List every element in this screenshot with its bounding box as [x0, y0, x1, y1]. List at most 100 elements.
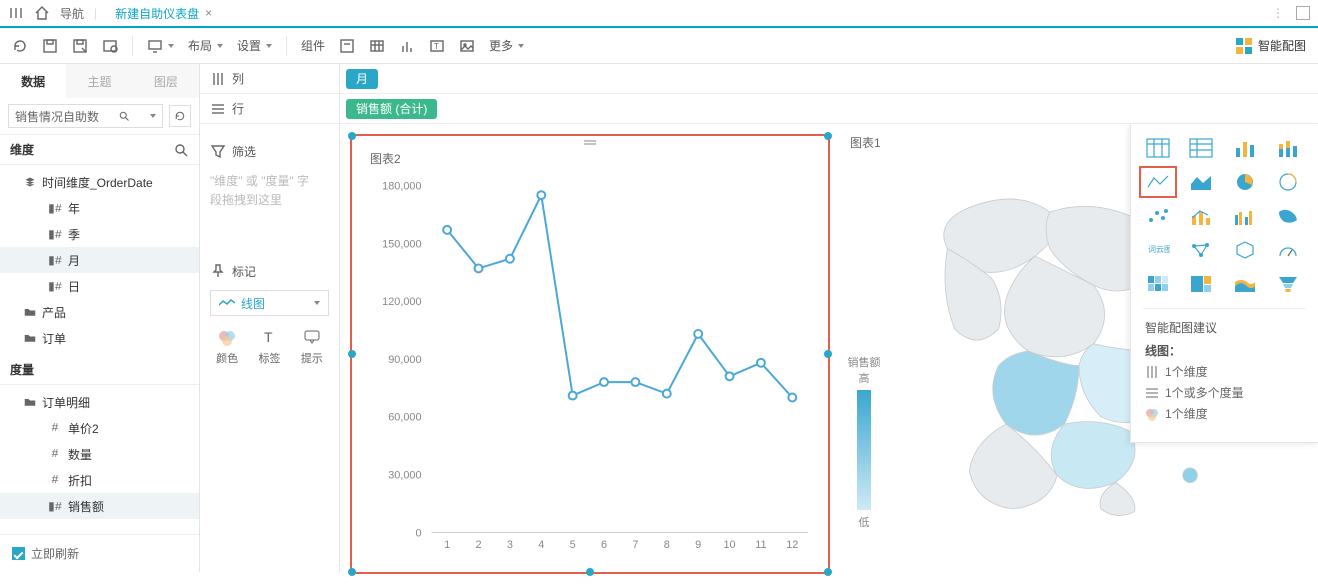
chart-type-select[interactable]: 线图 [210, 290, 329, 316]
svg-text:9: 9 [695, 539, 701, 551]
tab-new-dashboard[interactable]: 新建自助仪表盘 × [107, 5, 220, 22]
line-chart-icon [219, 299, 235, 307]
preview-icon[interactable] [102, 38, 118, 54]
tab-theme[interactable]: 主题 [66, 64, 132, 98]
svg-text:90,000: 90,000 [388, 354, 421, 366]
measure-price2[interactable]: #单价2 [0, 415, 199, 441]
viz-table[interactable] [1143, 136, 1173, 160]
pill-month[interactable]: 月 [346, 69, 378, 89]
nav-label[interactable]: 导航 [60, 5, 84, 22]
viz-network[interactable] [1186, 238, 1216, 262]
viz-bar[interactable] [1230, 136, 1260, 160]
text-icon[interactable]: T [429, 38, 445, 54]
viz-area[interactable] [1186, 170, 1216, 194]
filter-drop-hint[interactable]: "维度" 或 "度量" 字 段拖拽到这里 [200, 166, 339, 216]
refresh-datasource-icon[interactable] [169, 105, 191, 127]
viz-pie[interactable] [1230, 170, 1260, 194]
table-icon[interactable] [369, 38, 385, 54]
kpi-icon[interactable] [339, 38, 355, 54]
viz-donut[interactable] [1273, 170, 1303, 194]
color-icon [218, 328, 236, 346]
svg-text:150,000: 150,000 [382, 238, 421, 250]
viz-gauge[interactable] [1273, 238, 1303, 262]
field-icon: ▮# [48, 227, 62, 242]
viz-combo[interactable] [1186, 204, 1216, 228]
viz-crosstab[interactable] [1186, 136, 1216, 160]
bar-chart-icon[interactable] [399, 38, 415, 54]
dim-product[interactable]: 产品 [0, 299, 199, 325]
dim-order[interactable]: 订单 [0, 325, 199, 351]
datasource-select[interactable]: 销售情况自助数 [8, 104, 163, 128]
search-icon[interactable] [173, 142, 189, 158]
svg-text:2: 2 [475, 539, 481, 551]
dim-year[interactable]: ▮#年 [0, 195, 199, 221]
config-cols[interactable]: 列 [200, 64, 339, 94]
layout-button[interactable]: 布局 [188, 37, 223, 54]
tab-data[interactable]: 数据 [0, 64, 66, 98]
svg-text:1: 1 [444, 539, 450, 551]
settings-button[interactable]: 设置 [237, 37, 272, 54]
viz-map[interactable] [1273, 204, 1303, 228]
measure-qty[interactable]: #数量 [0, 441, 199, 467]
image-icon[interactable] [459, 38, 475, 54]
viz-wordcloud[interactable]: 词云图 [1143, 238, 1173, 262]
config-mark: 标记 [200, 256, 339, 286]
toolbar: 布局 设置 组件 T 更多 智能配图 [0, 28, 1318, 64]
dim-day[interactable]: ▮#日 [0, 273, 199, 299]
checkbox-icon[interactable] [12, 547, 25, 560]
save-as-icon[interactable] [72, 38, 88, 54]
svg-text:30,000: 30,000 [388, 470, 421, 482]
smart-chart-button[interactable]: 智能配图 [1236, 37, 1306, 54]
shelf-area: 月 销售额 (合计) 图表2 030,00060,00090,000120, [340, 64, 1318, 572]
svg-text:12: 12 [786, 539, 798, 551]
kebab-icon[interactable]: ⋮ [1272, 6, 1286, 20]
svg-text:3: 3 [507, 539, 513, 551]
refresh-icon[interactable] [12, 38, 28, 54]
map-legend: 销售额 高 低 [844, 354, 884, 530]
viz-stream[interactable] [1230, 272, 1260, 296]
viz-funnel[interactable] [1273, 272, 1303, 296]
measure-sales[interactable]: ▮#销售额 [0, 493, 199, 519]
shelf-rows[interactable]: 销售额 (合计) [340, 94, 1318, 124]
menu-grip-icon[interactable] [8, 5, 24, 21]
viz-hex[interactable] [1230, 238, 1260, 262]
viz-heatmap[interactable] [1143, 272, 1173, 296]
more-button[interactable]: 更多 [489, 37, 524, 54]
home-icon[interactable] [34, 5, 50, 21]
dim-month[interactable]: ▮#月 [0, 247, 199, 273]
pill-sales-sum[interactable]: 销售额 (合计) [346, 99, 437, 119]
pin-icon [210, 263, 226, 279]
shelf-columns[interactable]: 月 [340, 64, 1318, 94]
save-icon[interactable] [42, 38, 58, 54]
viz-line[interactable] [1143, 170, 1173, 194]
viz-grouped-bar[interactable] [1230, 204, 1260, 228]
dim-time-group[interactable]: 时间维度_OrderDate [0, 169, 199, 195]
mark-label[interactable]: T 标签 [258, 328, 280, 366]
measure-discount[interactable]: #折扣 [0, 467, 199, 493]
svg-text:8: 8 [664, 539, 670, 551]
mark-tooltip[interactable]: 提示 [301, 328, 323, 366]
svg-text:10: 10 [723, 539, 735, 551]
device-button[interactable] [147, 38, 174, 54]
monitor-icon [147, 38, 163, 54]
folder-icon [24, 332, 36, 344]
measures-header: 度量 [0, 355, 199, 385]
viz-treemap[interactable] [1186, 272, 1216, 296]
mark-color[interactable]: 颜色 [216, 328, 238, 366]
number-icon: # [48, 421, 62, 435]
dim-quarter[interactable]: ▮#季 [0, 221, 199, 247]
tab-layer[interactable]: 图层 [133, 64, 199, 98]
maximize-icon[interactable] [1296, 6, 1310, 20]
chart-2[interactable]: 图表2 030,00060,00090,000120,000150,000180… [350, 134, 830, 574]
close-icon[interactable]: × [205, 6, 212, 20]
refresh-now[interactable]: 立即刷新 [0, 534, 199, 572]
field-icon: ▮# [48, 201, 62, 216]
viz-stacked-bar[interactable] [1273, 136, 1303, 160]
config-filter: 筛选 [200, 136, 339, 166]
component-label: 组件 [301, 37, 325, 54]
measure-detail-group[interactable]: 订单明细 [0, 389, 199, 415]
config-rows[interactable]: 行 [200, 94, 339, 124]
viz-scatter[interactable] [1143, 204, 1173, 228]
number-icon: # [48, 447, 62, 461]
svg-text:120,000: 120,000 [382, 296, 421, 308]
